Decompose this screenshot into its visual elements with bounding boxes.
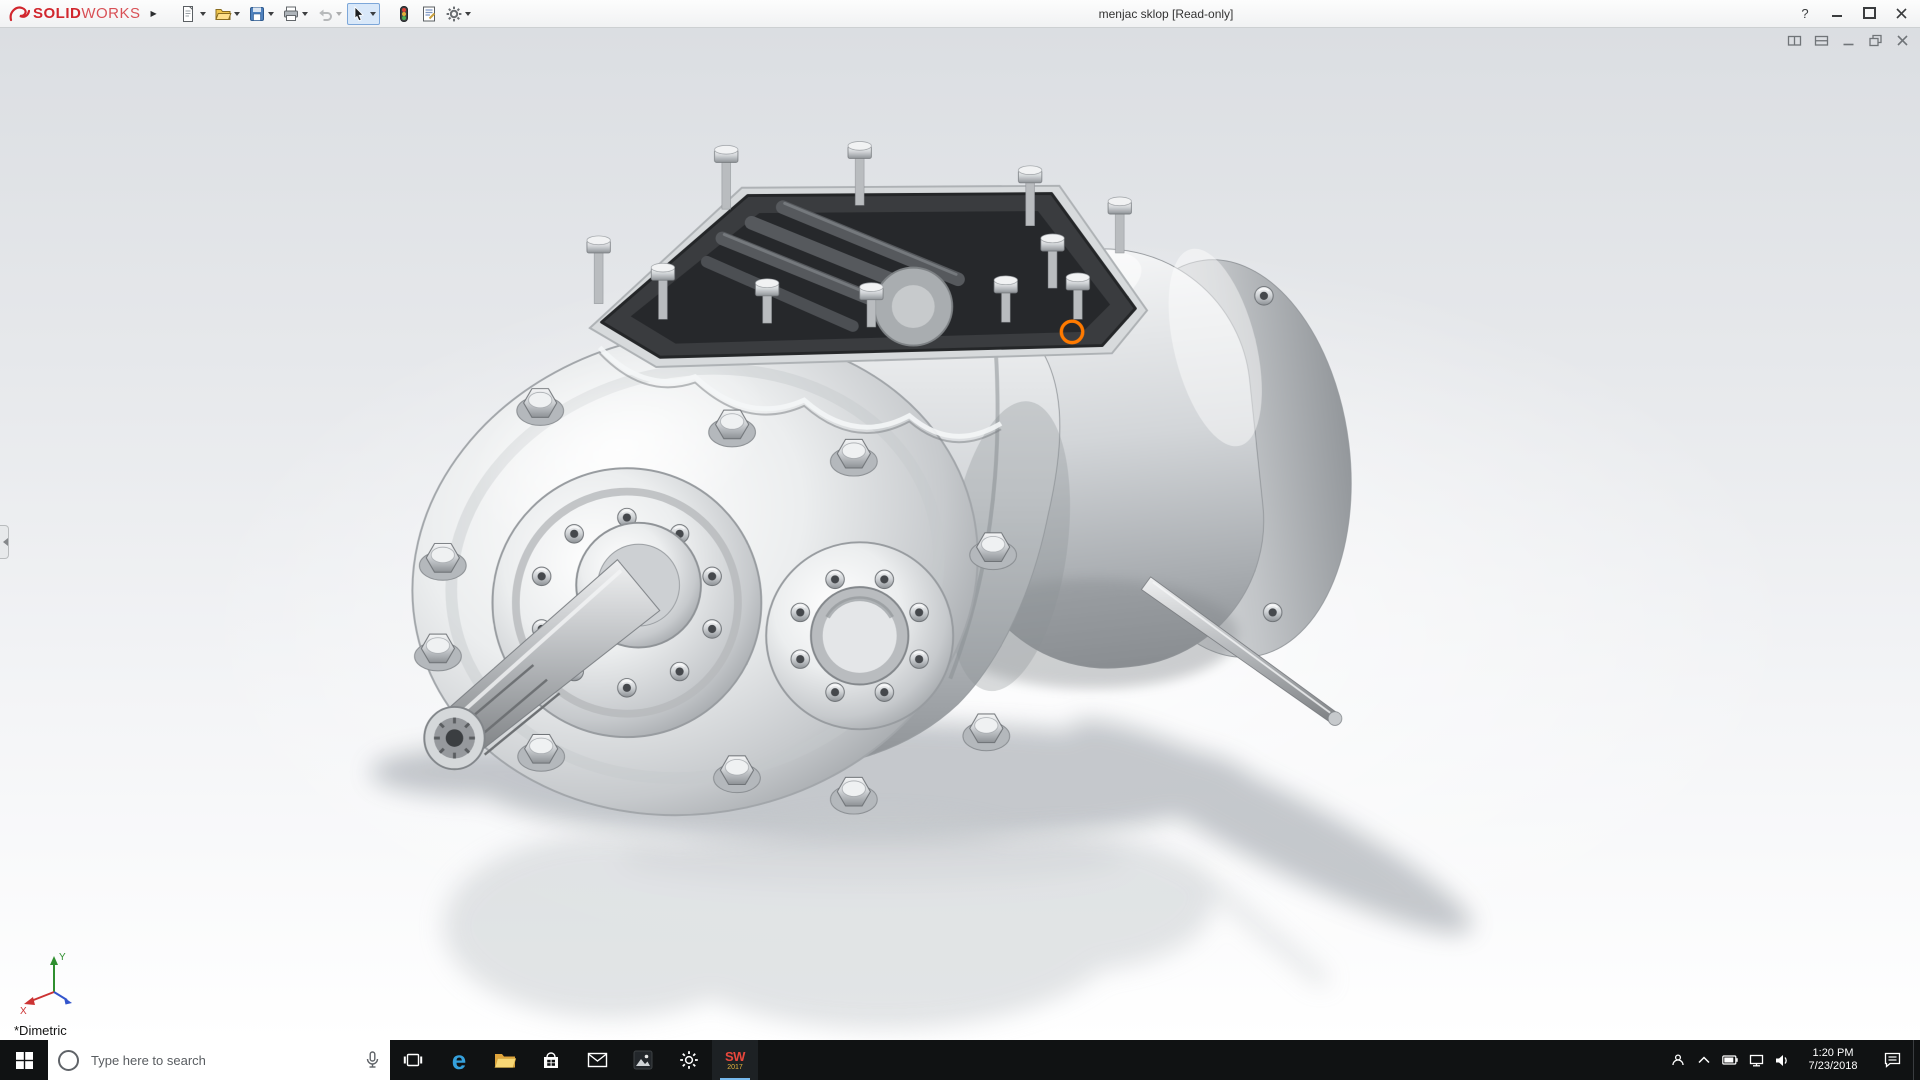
- new-document-button[interactable]: [177, 3, 210, 25]
- viewport-canvas[interactable]: [0, 27, 1920, 1040]
- task-view-icon: [403, 1053, 423, 1067]
- file-properties-button[interactable]: [417, 3, 441, 25]
- print-button[interactable]: [279, 3, 312, 25]
- close-button[interactable]: [1886, 2, 1916, 24]
- view-orientation-label: *Dimetric: [14, 1023, 67, 1038]
- graphics-viewport[interactable]: X Y *Dimetric: [0, 27, 1920, 1040]
- action-center-icon: [1884, 1052, 1900, 1068]
- app-edge[interactable]: e: [436, 1040, 482, 1080]
- dropdown-arrow-icon[interactable]: [301, 12, 308, 19]
- print-icon: [283, 6, 298, 21]
- app-settings[interactable]: [666, 1040, 712, 1080]
- options-button[interactable]: [442, 3, 475, 25]
- taskbar-clock[interactable]: 1:20 PM 7/23/2018: [1795, 1040, 1871, 1080]
- titlebar: SOLIDWORKS ▶ menjac sklop [Read-only] ?: [0, 0, 1920, 28]
- save-button[interactable]: [245, 3, 278, 25]
- dropdown-arrow-icon[interactable]: [335, 12, 342, 19]
- document-window-controls: [1787, 33, 1910, 48]
- dropdown-arrow-icon[interactable]: [233, 12, 240, 19]
- settings-gear-icon: [680, 1051, 698, 1069]
- task-view-button[interactable]: [390, 1040, 436, 1080]
- rebuild-button[interactable]: [392, 3, 416, 25]
- select-tool-button[interactable]: [346, 2, 380, 25]
- app-photos[interactable]: [620, 1040, 666, 1080]
- floor-reflection: [443, 818, 1330, 1030]
- microphone-icon[interactable]: [365, 1051, 380, 1069]
- window-controls: ?: [1790, 2, 1916, 24]
- maximize-button[interactable]: [1854, 2, 1884, 24]
- select-cursor-icon: [354, 5, 364, 21]
- orientation-triad: X Y: [20, 952, 72, 1016]
- doc-restore-icon[interactable]: [1868, 33, 1883, 48]
- start-button[interactable]: [0, 1040, 48, 1080]
- open-button[interactable]: [211, 3, 244, 25]
- save-icon: [249, 6, 264, 21]
- cortana-icon: [58, 1049, 79, 1071]
- taskbar-search[interactable]: [48, 1040, 390, 1080]
- doc-close-icon[interactable]: [1895, 33, 1910, 48]
- panel-collapse-handle[interactable]: [0, 525, 9, 559]
- app-name: SOLIDWORKS: [33, 5, 141, 22]
- system-tray: 1:20 PM 7/23/2018: [1665, 1040, 1920, 1080]
- hidden-icons-chevron[interactable]: [1691, 1040, 1717, 1080]
- rebuild-traffic-light-icon: [399, 5, 408, 22]
- toolbar-flyout-arrow-icon[interactable]: ▶: [145, 0, 163, 27]
- ds-logo-icon: [9, 6, 30, 21]
- options-gear-icon: [446, 6, 462, 21]
- minimize-button[interactable]: [1822, 2, 1852, 24]
- show-desktop-button[interactable]: [1913, 1040, 1920, 1080]
- dropdown-arrow-icon[interactable]: [369, 12, 376, 19]
- photos-icon: [633, 1050, 653, 1070]
- dropdown-arrow-icon[interactable]: [464, 12, 471, 19]
- split-horizontal-icon[interactable]: [1814, 33, 1829, 48]
- store-icon: [544, 1051, 558, 1068]
- close-icon: [1895, 7, 1907, 19]
- mail-icon: [587, 1052, 607, 1068]
- doc-minimize-icon[interactable]: [1841, 33, 1856, 48]
- windows-logo-icon: [15, 1051, 33, 1069]
- undo-button[interactable]: [313, 3, 346, 25]
- app-mail[interactable]: [574, 1040, 620, 1080]
- chevron-left-icon: [0, 538, 8, 546]
- solidworks-logo: SOLIDWORKS: [0, 4, 145, 24]
- dropdown-arrow-icon[interactable]: [267, 12, 274, 19]
- help-button[interactable]: ?: [1790, 2, 1820, 24]
- app-file-explorer[interactable]: [482, 1040, 528, 1080]
- dropdown-arrow-icon[interactable]: [199, 12, 206, 19]
- solidworks-app-icon: SW 2017: [725, 1048, 745, 1071]
- file-explorer-icon: [494, 1054, 516, 1068]
- edge-icon: e: [451, 1045, 467, 1075]
- clock-date: 7/23/2018: [1808, 1060, 1858, 1072]
- clock-time: 1:20 PM: [1812, 1047, 1854, 1059]
- new-document-icon: [182, 5, 193, 22]
- people-icon[interactable]: [1665, 1040, 1691, 1080]
- app-solidworks[interactable]: SW 2017: [712, 1040, 758, 1080]
- split-vertical-icon[interactable]: [1787, 33, 1802, 48]
- open-folder-icon: [214, 8, 232, 20]
- quick-access-toolbar: [177, 2, 475, 25]
- network-icon[interactable]: [1743, 1040, 1769, 1080]
- action-center-button[interactable]: [1871, 1040, 1913, 1080]
- document-title: menjac sklop [Read-only]: [1098, 6, 1234, 21]
- volume-icon[interactable]: [1769, 1040, 1795, 1080]
- file-properties-icon: [422, 6, 435, 21]
- taskbar: e: [0, 1040, 1920, 1080]
- triad-y-label: Y: [59, 952, 66, 963]
- battery-icon[interactable]: [1717, 1040, 1743, 1080]
- triad-x-label: X: [20, 1006, 27, 1016]
- undo-icon: [318, 9, 332, 21]
- app-store[interactable]: [528, 1040, 574, 1080]
- search-input[interactable]: [89, 1051, 355, 1069]
